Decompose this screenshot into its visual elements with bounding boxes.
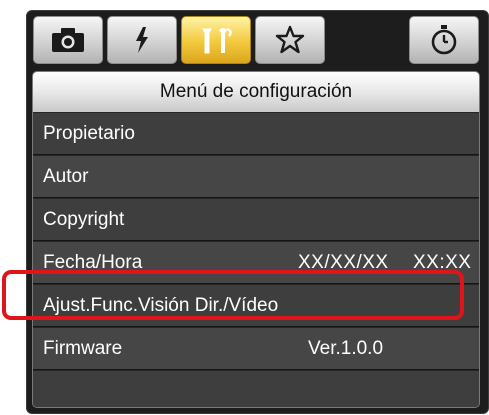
setup-menu-panel: Menú de configuración Propietario Autor … (32, 71, 480, 408)
menu-item-author[interactable]: Autor (33, 156, 479, 198)
menu-item-empty (33, 371, 479, 407)
tab-timer[interactable] (409, 16, 479, 64)
time-value: XX:XX (413, 252, 472, 273)
tab-my-menu[interactable] (255, 16, 325, 64)
my-menu-star-icon (275, 25, 305, 55)
camera-settings-window: Menú de configuración Propietario Autor … (26, 10, 489, 414)
menu-item-date-time[interactable]: Fecha/Hora XX/XX/XX XX:XX (33, 242, 479, 284)
menu-item-firmware[interactable]: Firmware Ver.1.0.0 (33, 328, 479, 370)
menu-item-label: Propietario (43, 123, 135, 144)
menu-item-label: Ajust.Func.Visión Dir./Vídeo (43, 295, 279, 316)
menu-item-label: Autor (43, 166, 89, 187)
date-value: XX/XX/XX (298, 252, 389, 273)
setup-tools-icon (197, 25, 235, 55)
menu-item-label: Firmware (43, 338, 123, 359)
menu-item-copyright[interactable]: Copyright (33, 199, 479, 241)
camera-icon (51, 27, 85, 53)
menu-item-label: Copyright (43, 209, 125, 230)
tab-flash[interactable] (107, 16, 177, 64)
menu-title: Menú de configuración (33, 72, 479, 112)
firmware-version: Ver.1.0.0 (308, 338, 384, 359)
tab-shooting[interactable] (33, 16, 103, 64)
menu-item-label: Fecha/Hora (43, 252, 143, 273)
tab-setup[interactable] (181, 16, 251, 64)
menu-item-owner[interactable]: Propietario (33, 113, 479, 155)
timer-icon (430, 24, 458, 56)
flash-icon (132, 26, 152, 54)
menu-item-live-view-video[interactable]: Ajust.Func.Visión Dir./Vídeo (33, 285, 479, 327)
